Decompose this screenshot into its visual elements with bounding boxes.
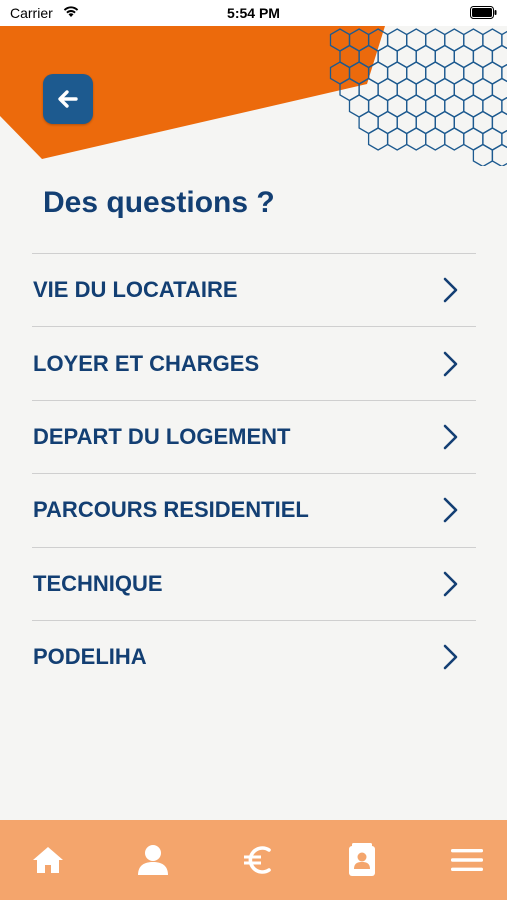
tab-account[interactable] bbox=[135, 842, 171, 878]
chevron-right-icon bbox=[443, 571, 458, 597]
status-time: 5:54 PM bbox=[227, 5, 280, 21]
contact-card-icon bbox=[349, 843, 376, 876]
tab-contacts[interactable] bbox=[344, 842, 380, 878]
back-button[interactable] bbox=[43, 74, 93, 124]
faq-item-parcours-residentiel[interactable]: PARCOURS RESIDENTIEL bbox=[32, 473, 476, 546]
hexagon-cell bbox=[491, 77, 507, 102]
hexagon-cell bbox=[472, 143, 494, 166]
tab-payments[interactable] bbox=[240, 842, 276, 878]
hexagon-cell bbox=[491, 110, 507, 135]
chevron-right-icon bbox=[443, 351, 458, 376]
faq-item-label: LOYER ET CHARGES bbox=[33, 350, 260, 376]
chevron-right-icon bbox=[443, 644, 458, 670]
status-bar: Carrier 5:54 PM bbox=[0, 0, 507, 26]
hexagon-cell bbox=[367, 127, 389, 151]
faq-item-label: DEPART DU LOGEMENT bbox=[33, 423, 291, 449]
hexagon-pattern-decoration bbox=[329, 28, 507, 166]
arrow-left-icon bbox=[58, 90, 78, 108]
menu-icon bbox=[451, 849, 483, 871]
tab-menu[interactable] bbox=[449, 842, 485, 878]
hexagon-cell bbox=[425, 127, 446, 151]
page-title: Des questions ? bbox=[43, 186, 275, 219]
faq-item-label: VIE DU LOCATAIRE bbox=[33, 277, 238, 303]
home-icon bbox=[33, 847, 63, 873]
battery-icon bbox=[470, 6, 497, 19]
hexagon-cell bbox=[406, 127, 427, 151]
euro-icon bbox=[243, 846, 271, 874]
faq-item-technique[interactable]: TECHNIQUE bbox=[32, 546, 476, 620]
faq-item-label: PARCOURS RESIDENTIEL bbox=[33, 497, 309, 523]
faq-item-vie-du-locataire[interactable]: VIE DU LOCATAIRE bbox=[32, 253, 476, 326]
faq-item-podeliha[interactable]: PODELIHA bbox=[32, 619, 476, 693]
bottom-tab-bar bbox=[0, 820, 507, 900]
tab-home[interactable] bbox=[30, 842, 66, 878]
hexagon-cell bbox=[491, 44, 507, 69]
chevron-right-icon bbox=[443, 277, 458, 303]
faq-category-list: VIE DU LOCATAIRE LOYER ET CHARGES DEPART… bbox=[32, 253, 476, 693]
hexagon-cell bbox=[444, 127, 465, 151]
faq-item-depart-du-logement[interactable]: DEPART DU LOGEMENT bbox=[32, 399, 476, 473]
hexagon-cell bbox=[491, 143, 507, 166]
hexagon-cell bbox=[386, 127, 408, 151]
faq-item-label: TECHNIQUE bbox=[33, 570, 163, 596]
faq-item-loyer-et-charges[interactable]: LOYER ET CHARGES bbox=[32, 326, 476, 399]
chevron-right-icon bbox=[443, 498, 458, 523]
user-icon bbox=[137, 845, 168, 875]
chevron-right-icon bbox=[443, 424, 458, 450]
faq-item-label: PODELIHA bbox=[33, 644, 147, 670]
